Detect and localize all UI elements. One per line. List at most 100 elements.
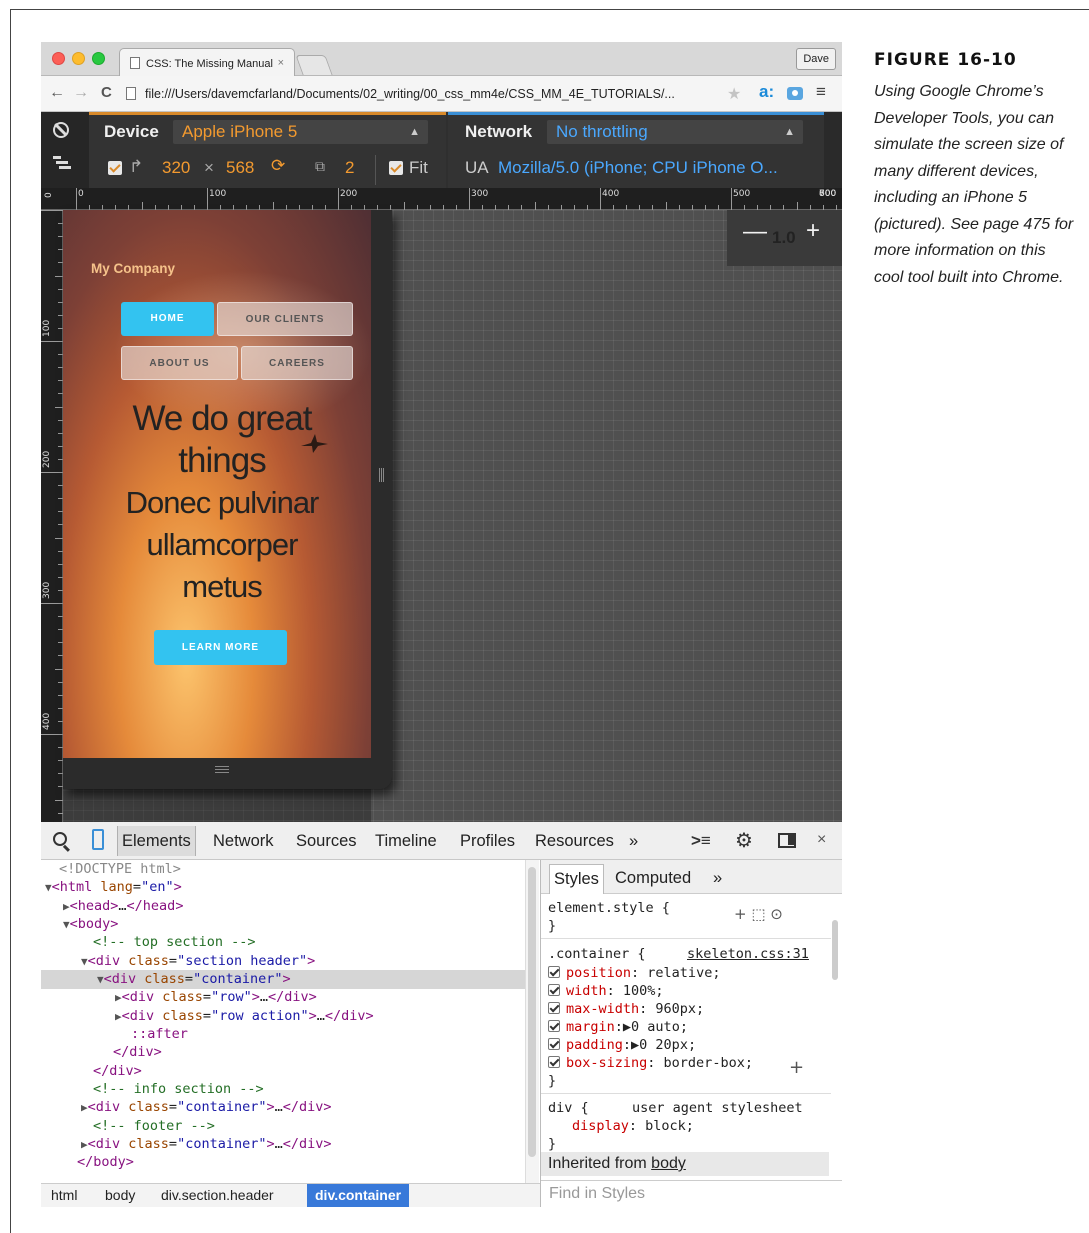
dom-node[interactable]: <!-- info section -->	[41, 1080, 528, 1098]
site-nav-careers[interactable]: CAREERS	[241, 346, 353, 380]
container-selector[interactable]: .container {	[548, 946, 646, 962]
ruler-tick	[55, 799, 63, 801]
site-nav-home[interactable]: HOME	[121, 302, 214, 336]
declaration-checkbox[interactable]	[548, 1038, 560, 1050]
breadcrumb-body[interactable]: body	[105, 1187, 135, 1203]
css-declaration[interactable]: position: relative;	[548, 965, 720, 981]
vertical-ruler: 100200300400500600	[41, 210, 63, 992]
css-declaration[interactable]: max-width: 960px;	[548, 1001, 704, 1017]
height-input[interactable]: 568	[226, 158, 254, 178]
dom-node[interactable]: ▶<div class="row action">…</div>	[41, 1007, 528, 1026]
dom-node[interactable]: </body>	[41, 1153, 528, 1171]
dom-node[interactable]: ▼<html lang="en">	[41, 878, 528, 897]
media-queries-icon[interactable]	[53, 156, 71, 170]
declaration-checkbox[interactable]	[548, 1002, 560, 1014]
site-brand[interactable]: My Company	[91, 261, 175, 276]
fit-checkbox[interactable]	[389, 161, 403, 175]
styles-scrollbar-thumb[interactable]	[832, 920, 838, 980]
breadcrumb-container[interactable]: div.container	[307, 1184, 410, 1207]
dom-node[interactable]: ▶<div class="container">…</div>	[41, 1098, 528, 1117]
address-bar[interactable]: file:///Users/davemcfarland/Documents/02…	[123, 81, 751, 107]
menu-icon[interactable]: ≡	[816, 82, 826, 102]
declaration-checkbox[interactable]	[548, 1056, 560, 1068]
zoom-out-button[interactable]: —	[743, 218, 767, 246]
forward-arrow-icon[interactable]: →	[73, 84, 89, 102]
css-declaration[interactable]: box-sizing: border-box;	[548, 1055, 753, 1071]
width-input[interactable]: 320	[162, 158, 190, 178]
div-selector[interactable]: div {	[548, 1100, 589, 1116]
breadcrumb-html[interactable]: html	[51, 1187, 77, 1203]
dom-node[interactable]: <!DOCTYPE html>	[41, 860, 528, 878]
resize-handle-bottom[interactable]	[63, 758, 392, 789]
site-nav-our-clients[interactable]: OUR CLIENTS	[217, 302, 353, 336]
inspect-search-icon[interactable]	[53, 832, 67, 846]
back-arrow-icon[interactable]: ←	[49, 84, 65, 102]
find-in-styles-input[interactable]: Find in Styles	[541, 1180, 842, 1207]
user-agent-input[interactable]: Mozilla/5.0 (iPhone; CPU iPhone O...	[498, 158, 778, 178]
resolution-checkbox[interactable]	[108, 161, 122, 175]
element-style-rule[interactable]: element.style {	[548, 900, 670, 916]
more-styles-tabs[interactable]: »	[713, 869, 722, 888]
tab-network[interactable]: Network	[213, 832, 274, 851]
dom-node[interactable]: </div>	[41, 1062, 528, 1080]
learn-more-button[interactable]: LEARN MORE	[154, 630, 287, 665]
ruler-number: 400	[42, 712, 52, 730]
pixel-ratio-input[interactable]: 2	[345, 158, 354, 178]
disable-emulation-icon[interactable]	[53, 122, 69, 138]
inherited-header: Inherited from body	[541, 1152, 829, 1176]
dom-node[interactable]: ::after	[41, 1025, 528, 1043]
resize-handle-right[interactable]	[371, 210, 392, 758]
network-throttling-select[interactable]: No throttling ▲	[547, 120, 803, 144]
css-declaration[interactable]: width: 100%;	[548, 983, 664, 999]
dom-node[interactable]: ▼<body>	[41, 915, 528, 934]
dom-node[interactable]: <!-- footer -->	[41, 1117, 528, 1135]
zoom-in-button[interactable]: +	[806, 217, 820, 245]
tab-styles[interactable]: Styles	[549, 864, 604, 894]
dom-node[interactable]: ▼<div class="section header">	[41, 952, 528, 971]
dock-side-icon[interactable]	[778, 833, 796, 848]
profile-button[interactable]: Dave	[796, 48, 836, 70]
tab-close-icon[interactable]: ×	[278, 57, 284, 69]
new-tab-button[interactable]	[295, 55, 333, 75]
tab-sources[interactable]: Sources	[296, 832, 357, 851]
css-declaration[interactable]: margin:▶0 auto;	[548, 1019, 688, 1035]
gear-icon[interactable]: ⚙	[735, 831, 753, 851]
close-icon[interactable]: ×	[817, 831, 826, 849]
dom-node[interactable]: ▶<div class="row">…</div>	[41, 988, 528, 1007]
add-property-icon[interactable]: +	[789, 1057, 804, 1078]
tab-elements[interactable]: Elements	[117, 826, 196, 856]
tab-profiles[interactable]: Profiles	[460, 832, 515, 851]
tab-computed[interactable]: Computed	[615, 869, 691, 888]
dom-node-selected[interactable]: ▼<div class="container">	[41, 970, 528, 990]
css-declaration[interactable]: display: block;	[572, 1118, 694, 1134]
console-drawer-icon[interactable]: >≡	[691, 831, 711, 851]
minimize-window-button[interactable]	[72, 52, 85, 65]
new-style-rule-icon[interactable]: + ⬚ ⊙	[734, 905, 783, 923]
device-mode-icon[interactable]	[92, 829, 104, 850]
dom-scrollbar-thumb[interactable]	[528, 867, 536, 1157]
rotate-icon[interactable]: ⟳	[271, 156, 285, 176]
declaration-checkbox[interactable]	[548, 984, 560, 996]
dom-node[interactable]: ▶<head>…</head>	[41, 897, 528, 916]
dom-node[interactable]: </div>	[41, 1043, 528, 1061]
declaration-checkbox[interactable]	[548, 1020, 560, 1032]
more-tabs-button[interactable]: »	[629, 832, 638, 851]
close-window-button[interactable]	[52, 52, 65, 65]
css-declaration[interactable]: padding:▶0 20px;	[548, 1037, 696, 1053]
stylesheet-link[interactable]: skeleton.css:31	[687, 946, 809, 962]
declaration-checkbox[interactable]	[548, 966, 560, 978]
device-select[interactable]: Apple iPhone 5 ▲	[173, 120, 428, 144]
breadcrumb-section-header[interactable]: div.section.header	[161, 1187, 274, 1203]
maximize-window-button[interactable]	[92, 52, 105, 65]
reload-icon[interactable]: C	[101, 84, 112, 102]
extension-a-icon[interactable]: a:	[759, 82, 774, 102]
camera-extension-icon[interactable]	[787, 87, 803, 100]
site-nav-about-us[interactable]: ABOUT US	[121, 346, 238, 380]
bookmark-star-icon[interactable]: ★	[727, 84, 741, 104]
tab-timeline[interactable]: Timeline	[375, 832, 437, 851]
dom-node[interactable]: <!-- top section -->	[41, 933, 528, 951]
dom-node[interactable]: ▶<div class="container">…</div>	[41, 1135, 528, 1154]
inherited-body-link[interactable]: body	[651, 1155, 686, 1172]
browser-tab[interactable]: CSS: The Missing Manual ×	[119, 48, 295, 77]
tab-resources[interactable]: Resources	[535, 832, 614, 851]
